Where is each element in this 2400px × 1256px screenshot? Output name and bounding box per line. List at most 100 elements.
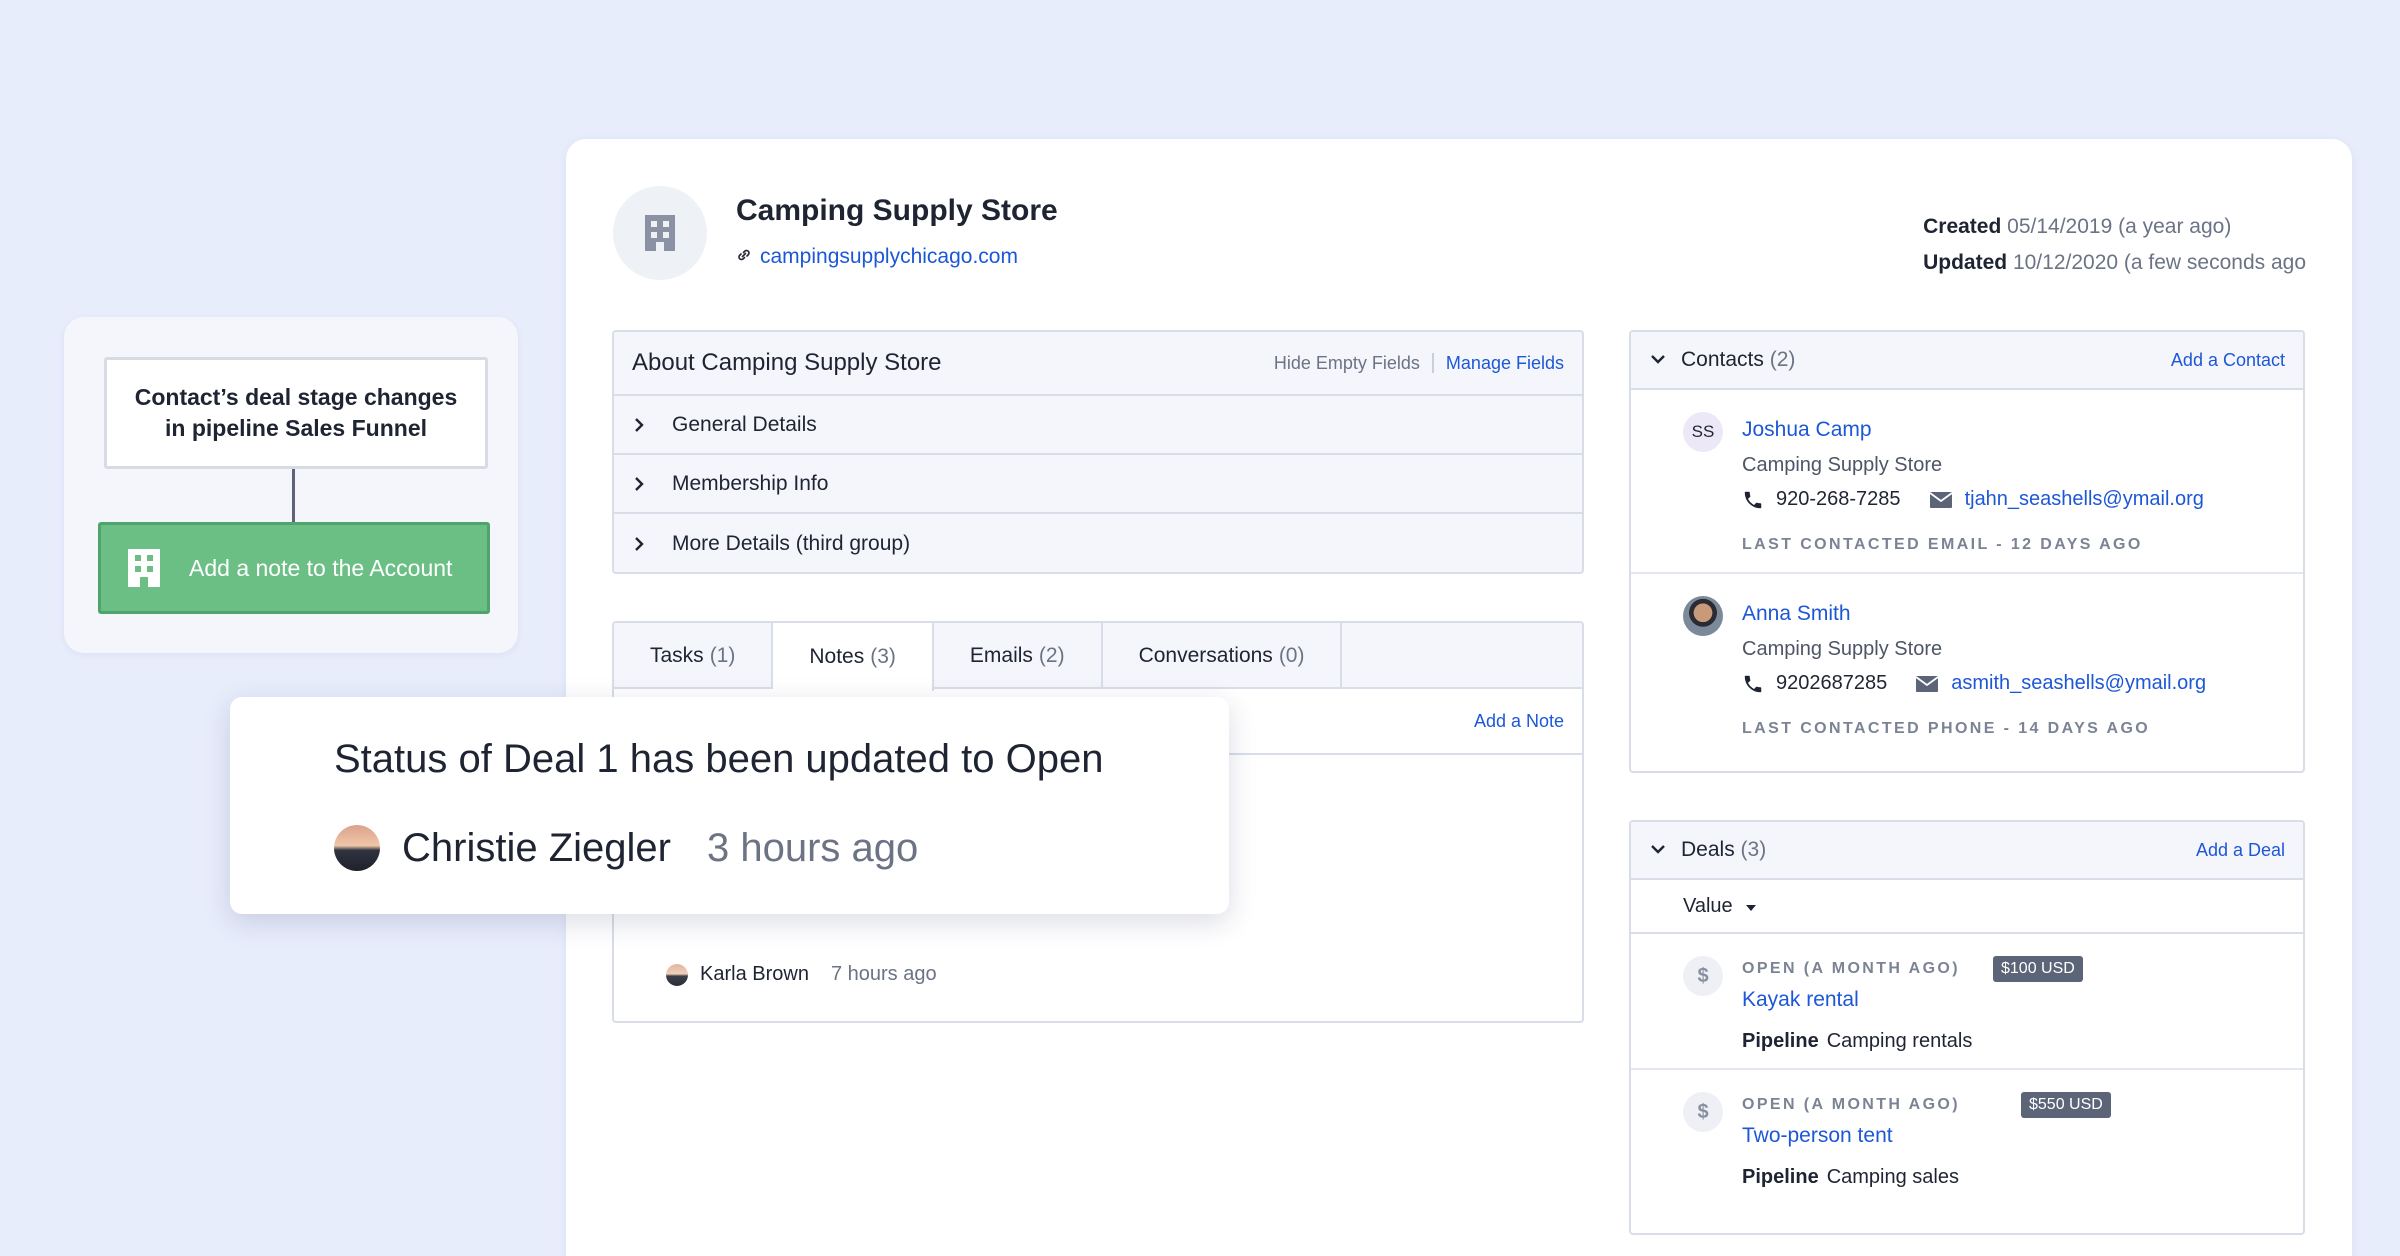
workflow-action[interactable]: Add a note to the Account (98, 522, 490, 614)
tab-label: Notes (809, 645, 865, 668)
created-label: Created (1923, 215, 2002, 238)
tab-label: Emails (969, 644, 1033, 667)
deals-panel: Deals (3) Add a Deal Value $ OPEN (A MON… (1629, 820, 2305, 1235)
caret-down-icon (1745, 895, 1757, 918)
phone-icon (1742, 673, 1764, 695)
note-time: 7 hours ago (830, 963, 937, 985)
deal-sort-dropdown[interactable]: Value (1631, 880, 2303, 934)
pipeline-value: Camping rentals (1826, 1030, 1973, 1052)
about-row-general-details[interactable]: General Details (614, 396, 1582, 455)
about-row-label: Membership Info (672, 471, 829, 495)
phone-icon (1742, 489, 1764, 511)
deal-pipeline: Pipeline Camping rentals (1742, 1030, 1972, 1053)
account-meta: Created 05/14/2019 (a year ago) Updated … (1923, 209, 2306, 281)
pipeline-label: Pipeline (1742, 1030, 1819, 1052)
dollar-icon: $ (1683, 1092, 1723, 1132)
contact-phone[interactable]: 9202687285 (1776, 672, 1887, 695)
workflow-connector (292, 469, 295, 525)
deal-name-link[interactable]: Kayak rental (1742, 988, 1859, 1012)
about-title: About Camping Supply Store (632, 349, 942, 376)
contacts-count: (2) (1769, 348, 1796, 371)
account-name: Camping Supply Store (736, 194, 1058, 227)
deals-title: Deals (1681, 838, 1735, 861)
created-value: 05/14/2019 (a year ago) (2007, 215, 2232, 238)
note-author: Karla Brown 7 hours ago (666, 963, 937, 986)
manage-fields-link[interactable]: Manage Fields (1446, 353, 1564, 374)
building-icon (613, 186, 707, 280)
contact-item: SS Joshua Camp Camping Supply Store 920-… (1631, 390, 2303, 574)
about-row-label: More Details (third group) (672, 531, 911, 555)
chevron-right-icon (632, 475, 660, 493)
sort-label: Value (1683, 894, 1733, 917)
notification-title: Status of Deal 1 has been updated to Ope… (334, 737, 1104, 781)
tab-count: (1) (709, 644, 736, 667)
activity-tabs: Tasks (1) Notes (3) Emails (2) Conversation… (614, 623, 1582, 691)
add-note-link[interactable]: Add a Note (1474, 711, 1564, 732)
contacts-header: Contacts (2) Add a Contact (1631, 332, 2303, 390)
deal-pipeline: Pipeline Camping sales (1742, 1166, 1959, 1189)
notification-author: Christie Ziegler 3 hours ago (334, 825, 918, 871)
tab-tasks[interactable]: Tasks (1) (614, 623, 774, 689)
deals-count: (3) (1740, 838, 1767, 861)
deal-status-notification: Status of Deal 1 has been updated to Ope… (230, 697, 1229, 914)
account-url-link[interactable]: campingsupplychicago.com (760, 245, 1018, 269)
workflow-action-label: Add a note to the Account (189, 554, 453, 581)
contact-name-link[interactable]: Anna Smith (1742, 602, 1851, 626)
avatar (1683, 596, 1723, 636)
pipeline-value: Camping sales (1826, 1166, 1959, 1188)
avatar: SS (1683, 412, 1723, 452)
hide-empty-fields-button[interactable]: Hide Empty Fields (1274, 353, 1420, 374)
tab-conversations[interactable]: Conversations (0) (1103, 623, 1343, 689)
tab-notes[interactable]: Notes (3) (773, 623, 934, 691)
chevron-right-icon (632, 416, 660, 434)
deal-item: $ OPEN (A MONTH AGO) $100 USD Kayak rent… (1631, 934, 2303, 1070)
about-row-membership-info[interactable]: Membership Info (614, 455, 1582, 514)
contact-phone[interactable]: 920-268-7285 (1776, 488, 1901, 511)
add-contact-link[interactable]: Add a Contact (2171, 350, 2285, 371)
deal-status: OPEN (A MONTH AGO) (1742, 960, 1961, 977)
contact-company: Camping Supply Store (1742, 638, 1943, 660)
last-contacted: LAST CONTACTED PHONE - 14 DAYS AGO (1742, 720, 2151, 737)
deals-header: Deals (3) Add a Deal (1631, 822, 2303, 880)
tab-count: (3) (870, 645, 896, 668)
avatar (334, 825, 380, 871)
add-deal-link[interactable]: Add a Deal (2196, 840, 2285, 861)
tab-count: (0) (1278, 644, 1305, 667)
about-row-more-details[interactable]: More Details (third group) (614, 514, 1582, 572)
chevron-right-icon (632, 535, 660, 553)
deal-item: $ OPEN (A MONTH AGO) $550 USD Two-person… (1631, 1070, 2303, 1206)
contact-email-link[interactable]: asmith_seashells@ymail.org (1951, 672, 2206, 695)
updated-value: 10/12/2020 (a few seconds ago (2012, 251, 2306, 274)
contact-company: Camping Supply Store (1742, 454, 1943, 476)
workflow-card: Contact’s deal stage changes in pipeline… (64, 317, 518, 653)
contact-name-link[interactable]: Joshua Camp (1742, 418, 1872, 442)
pipeline-label: Pipeline (1742, 1166, 1819, 1188)
notification-author-name: Christie Ziegler (402, 825, 671, 870)
about-header: About Camping Supply Store Hide Empty Fi… (614, 332, 1582, 396)
contact-email-link[interactable]: tjahn_seashells@ymail.org (1965, 488, 2204, 511)
mail-icon (1915, 675, 1939, 693)
deal-amount-badge: $550 USD (2021, 1092, 2111, 1118)
tab-emails[interactable]: Emails (2) (934, 623, 1103, 689)
about-row-label: General Details (672, 412, 817, 436)
link-icon (736, 245, 752, 269)
workflow-trigger[interactable]: Contact’s deal stage changes in pipeline… (104, 357, 488, 469)
contacts-panel: Contacts (2) Add a Contact SS Joshua Cam… (1629, 330, 2305, 773)
contact-details: 9202687285 asmith_seashells@ymail.org (1742, 672, 2206, 695)
divider (1431, 353, 1434, 373)
note-author-name: Karla Brown (700, 963, 809, 985)
notification-time: 3 hours ago (706, 825, 919, 870)
updated-label: Updated (1923, 251, 2008, 274)
tab-label: Tasks (650, 644, 704, 667)
tab-label: Conversations (1138, 644, 1273, 667)
about-panel: About Camping Supply Store Hide Empty Fi… (612, 330, 1584, 574)
account-url[interactable]: campingsupplychicago.com (736, 245, 1018, 269)
last-contacted: LAST CONTACTED EMAIL - 12 DAYS AGO (1742, 536, 2143, 553)
deal-name-link[interactable]: Two-person tent (1742, 1124, 1893, 1148)
contact-details: 920-268-7285 tjahn_seashells@ymail.org (1742, 488, 2204, 511)
deal-amount-badge: $100 USD (1993, 956, 2083, 982)
mail-icon (1929, 491, 1953, 509)
contacts-title: Contacts (1681, 348, 1764, 371)
chevron-down-icon[interactable] (1649, 838, 1667, 862)
chevron-down-icon[interactable] (1649, 348, 1667, 372)
